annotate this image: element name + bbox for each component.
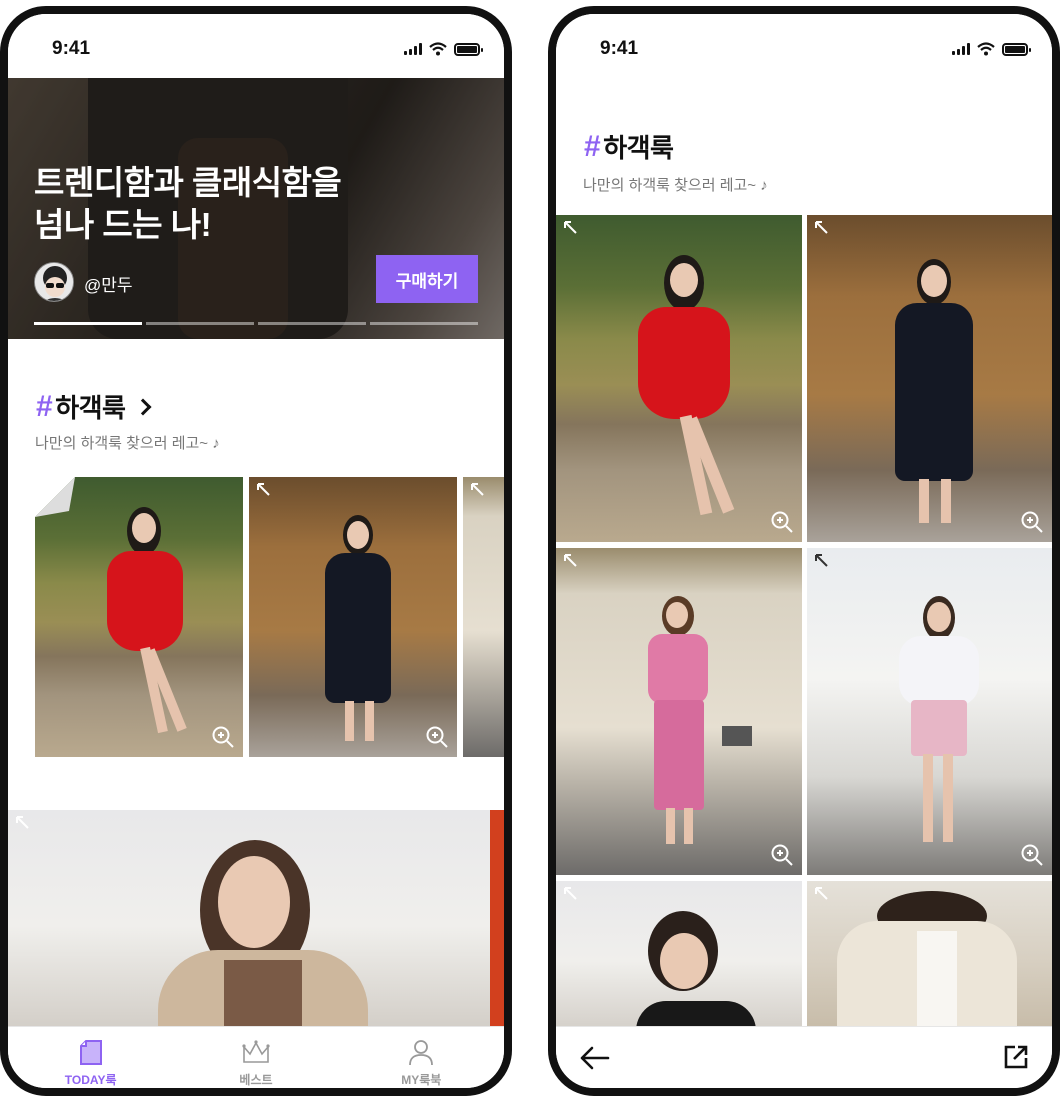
tab-bar: TODAY룩 베스트 MY룩북: [8, 1026, 504, 1088]
model-figure: [837, 891, 1017, 1042]
expand-arrow-icon: [257, 483, 270, 496]
model-figure: [899, 596, 979, 856]
progress-segment-active: [34, 322, 142, 325]
tab-best[interactable]: 베스트: [206, 1037, 306, 1088]
tab-today[interactable]: TODAY룩: [41, 1037, 141, 1088]
grid-card-black-dress[interactable]: [807, 215, 1052, 542]
status-time: 9:41: [52, 38, 91, 59]
zoom-in-icon[interactable]: [211, 725, 235, 749]
tab-label: 베스트: [239, 1073, 273, 1087]
wifi-icon: [429, 42, 447, 56]
tab-label: TODAY룩: [64, 1073, 117, 1087]
zoom-in-icon[interactable]: [770, 843, 794, 867]
wifi-icon: [977, 42, 995, 56]
page-curl-icon: [35, 477, 75, 517]
hash-symbol: #: [36, 389, 53, 423]
battery-icon: [1002, 42, 1031, 56]
person-icon: [409, 1040, 434, 1066]
signal-icon: [952, 43, 970, 55]
zoom-in-icon[interactable]: [1020, 510, 1044, 534]
page-title: # 하객룩: [584, 128, 674, 165]
progress-segment: [370, 322, 478, 325]
signal-icon: [404, 43, 422, 55]
back-arrow-icon[interactable]: [578, 1043, 612, 1073]
battery-icon: [454, 42, 483, 56]
hero-username[interactable]: @만두: [84, 271, 133, 296]
grid-card-tweed-jacket[interactable]: [807, 881, 1052, 1042]
model-figure: [644, 596, 714, 852]
look-card-partial[interactable]: [463, 477, 504, 757]
section-title[interactable]: # 하객룩: [36, 388, 152, 425]
section-subtitle: 나만의 하객룩 찾으러 레고~ ♪: [35, 435, 220, 452]
wall-vent: [722, 726, 752, 746]
share-icon[interactable]: [1002, 1043, 1030, 1071]
section-title-text: 하객룩: [55, 393, 126, 423]
phone-left: 9:41 트렌디함과 클래식함을 넘나 드는 나! @만두 구매하기 # 하객룩: [0, 6, 512, 1096]
progress-segment: [258, 322, 366, 325]
tab-label: MY룩북: [401, 1073, 442, 1087]
expand-arrow-icon: [815, 221, 828, 234]
look-card-black-dress[interactable]: [249, 477, 457, 757]
grid-card-white-blouse[interactable]: [807, 548, 1052, 875]
expand-arrow-icon: [564, 221, 577, 234]
chevron-right-icon[interactable]: [134, 398, 152, 415]
status-time: 9:41: [600, 38, 639, 59]
expand-arrow-icon: [16, 816, 29, 829]
model-figure: [158, 840, 368, 1042]
expand-arrow-icon: [564, 887, 577, 900]
document-icon: [79, 1040, 102, 1065]
grid-card-red-dress[interactable]: [556, 215, 802, 542]
hero-banner[interactable]: 트렌디함과 클래식함을 넘나 드는 나! @만두 구매하기: [8, 78, 504, 339]
page-subtitle: 나만의 하객룩 찾으러 레고~ ♪: [583, 177, 768, 194]
page-title-text: 하객룩: [603, 133, 674, 163]
grid-card-black-top[interactable]: [556, 881, 802, 1042]
feature-card-beige-coat[interactable]: [8, 810, 504, 1042]
model-figure: [626, 911, 756, 1042]
progress-segment: [146, 322, 254, 325]
status-bar: 9:41: [556, 14, 1052, 78]
model-figure: [636, 255, 736, 535]
model-figure: [105, 507, 187, 747]
model-figure: [319, 515, 399, 751]
expand-arrow-icon: [564, 554, 577, 567]
status-icons: [404, 42, 483, 56]
avatar[interactable]: [34, 262, 74, 302]
status-bar: 9:41: [8, 14, 504, 78]
expand-arrow-icon: [815, 554, 828, 567]
grid-card-pink-skirt[interactable]: [556, 548, 802, 875]
bottom-nav: [556, 1026, 1052, 1088]
tab-my-lookbook[interactable]: MY룩북: [371, 1037, 471, 1088]
expand-arrow-icon: [471, 483, 484, 496]
buy-button[interactable]: 구매하기: [376, 255, 478, 303]
zoom-in-icon[interactable]: [770, 510, 794, 534]
phone-right: 9:41 # 하객룩 나만의 하객룩 찾으러 레고~ ♪: [548, 6, 1060, 1096]
hash-symbol: #: [584, 129, 601, 163]
status-icons: [952, 42, 1031, 56]
model-figure: [889, 259, 979, 529]
expand-arrow-icon: [815, 887, 828, 900]
decor-stripe: [490, 810, 504, 1042]
crown-icon: [242, 1040, 270, 1063]
look-card-red-dress[interactable]: [35, 477, 243, 757]
hero-title: 트렌디함과 클래식함을 넘나 드는 나!: [34, 164, 342, 243]
zoom-in-icon[interactable]: [1020, 843, 1044, 867]
hero-progress-indicator: [34, 322, 478, 325]
zoom-in-icon[interactable]: [425, 725, 449, 749]
